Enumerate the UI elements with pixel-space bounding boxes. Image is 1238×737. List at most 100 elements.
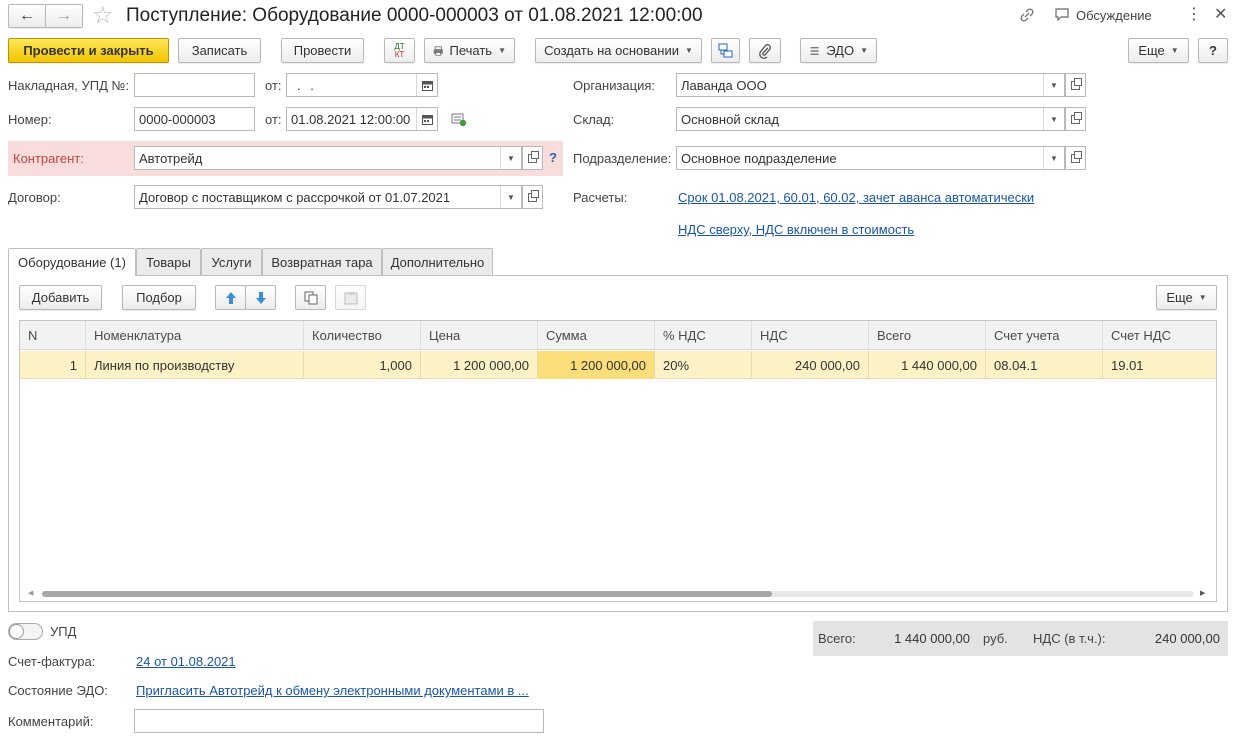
copy-icon xyxy=(304,291,317,304)
row-vat-rate: 20% xyxy=(655,351,752,379)
calendar-button[interactable] xyxy=(416,108,437,130)
table-more-button[interactable]: Еще ▼ xyxy=(1156,285,1217,310)
col-price[interactable]: Цена xyxy=(421,321,538,350)
history-icon[interactable] xyxy=(451,113,467,130)
tab-goods[interactable]: Товары xyxy=(136,248,201,275)
comment-label: Комментарий: xyxy=(8,714,94,729)
number-date-label: от: xyxy=(265,112,282,127)
col-vat-account[interactable]: Счет НДС xyxy=(1103,321,1216,350)
division-input[interactable]: Основное подразделение ▼ xyxy=(676,146,1065,170)
calendar-icon xyxy=(421,114,433,125)
total-label: Всего: xyxy=(818,631,856,646)
open-form-icon xyxy=(1071,150,1082,163)
col-vat[interactable]: НДС xyxy=(752,321,869,350)
structure-button[interactable] xyxy=(711,38,740,63)
division-open-button[interactable] xyxy=(1065,146,1086,170)
calendar-button[interactable] xyxy=(416,74,437,96)
row-account: 08.04.1 xyxy=(986,351,1103,379)
pick-button[interactable]: Подбор xyxy=(122,285,196,310)
discuss-button[interactable]: Обсуждение xyxy=(1054,7,1152,23)
col-qty[interactable]: Количество xyxy=(304,321,421,350)
tab-equipment[interactable]: Оборудование (1) xyxy=(8,248,136,276)
scrollbar-thumb[interactable] xyxy=(42,591,772,597)
tab-services[interactable]: Услуги xyxy=(201,248,262,275)
attach-button[interactable] xyxy=(749,38,781,63)
invoice-number-input[interactable] xyxy=(134,73,255,97)
tab-label: Возвратная тара xyxy=(271,254,373,270)
forward-button[interactable]: → xyxy=(45,4,83,28)
post-button[interactable]: Провести xyxy=(281,38,364,63)
col-n[interactable]: N xyxy=(20,321,86,350)
help-button[interactable]: ? xyxy=(1198,38,1228,63)
arrow-up-icon xyxy=(225,291,236,304)
star-icon[interactable]: ☆ xyxy=(92,2,114,30)
back-button[interactable]: ← xyxy=(8,4,46,28)
col-item[interactable]: Номенклатура xyxy=(86,321,304,350)
counterparty-help-icon[interactable]: ? xyxy=(549,150,557,165)
save-button[interactable]: Записать xyxy=(178,38,261,63)
invoice-date-input[interactable]: . . xyxy=(286,73,438,97)
dt-kt-button[interactable]: ДТ КТ xyxy=(384,38,415,63)
contract-open-button[interactable] xyxy=(522,185,543,209)
col-sum[interactable]: Сумма xyxy=(538,321,655,350)
kebab-menu-icon[interactable]: ⋮ xyxy=(1186,6,1202,24)
structure-icon xyxy=(718,43,733,58)
upd-toggle[interactable] xyxy=(8,623,43,640)
number-input[interactable]: 0000-000003 xyxy=(134,107,255,131)
pick-label: Подбор xyxy=(136,290,182,305)
organization-dropdown[interactable]: ▼ xyxy=(1043,74,1064,96)
open-form-icon xyxy=(528,189,539,202)
organization-input[interactable]: Лаванда ООО ▼ xyxy=(676,73,1065,97)
link-icon[interactable] xyxy=(1018,6,1036,27)
scroll-right-icon[interactable]: ▶ xyxy=(1200,589,1205,597)
save-label: Записать xyxy=(191,43,248,58)
total-value: 1 440 000,00 xyxy=(894,631,970,646)
edo-invite-link[interactable]: Пригласить Автотрейд к обмену электронны… xyxy=(136,683,529,698)
col-account[interactable]: Счет учета xyxy=(986,321,1103,350)
tab-additional[interactable]: Дополнительно xyxy=(382,248,493,275)
col-total[interactable]: Всего xyxy=(869,321,986,350)
warehouse-input[interactable]: Основной склад ▼ xyxy=(676,107,1065,131)
invoice-date-label: от: xyxy=(265,78,282,93)
warehouse-open-button[interactable] xyxy=(1065,107,1086,131)
chevron-down-icon: ▼ xyxy=(1170,46,1179,55)
row-n: 1 xyxy=(20,351,86,379)
edo-button[interactable]: ЭДО ▼ xyxy=(800,38,877,63)
printer-icon xyxy=(433,45,443,56)
create-based-on-button[interactable]: Создать на основании ▼ xyxy=(535,38,702,63)
division-dropdown[interactable]: ▼ xyxy=(1043,147,1064,169)
counterparty-input[interactable]: Автотрейд ▼ xyxy=(134,146,522,170)
counterparty-dropdown[interactable]: ▼ xyxy=(500,147,521,169)
copy-button[interactable] xyxy=(295,285,326,310)
invoice-date-value: . . xyxy=(297,77,317,93)
comment-input[interactable] xyxy=(134,709,544,733)
add-row-button[interactable]: Добавить xyxy=(19,285,102,310)
chevron-down-icon: ▼ xyxy=(684,46,693,55)
more-button[interactable]: Еще ▼ xyxy=(1128,38,1189,63)
settlements-link[interactable]: Срок 01.08.2021, 60.01, 60.02, зачет ава… xyxy=(678,190,1034,205)
post-and-close-label: Провести и закрыть xyxy=(23,43,154,58)
warehouse-dropdown[interactable]: ▼ xyxy=(1043,108,1064,130)
col-vat-rate[interactable]: % НДС xyxy=(655,321,752,350)
move-down-button[interactable] xyxy=(245,285,276,310)
close-icon[interactable]: ✕ xyxy=(1214,6,1227,24)
upd-label: УПД xyxy=(50,624,77,639)
scroll-left-icon[interactable]: ◀ xyxy=(28,589,33,597)
tab-returnable-container[interactable]: Возвратная тара xyxy=(262,248,382,275)
horizontal-scrollbar[interactable]: ◀ ▶ xyxy=(28,589,1208,599)
paste-button[interactable] xyxy=(335,285,366,310)
counterparty-open-button[interactable] xyxy=(522,146,543,170)
contract-dropdown[interactable]: ▼ xyxy=(500,186,521,208)
move-up-button[interactable] xyxy=(215,285,246,310)
number-date-input[interactable]: 01.08.2021 12:00:00 xyxy=(286,107,438,131)
contract-input[interactable]: Договор с поставщиком с рассрочкой от 01… xyxy=(134,185,522,209)
print-button[interactable]: Печать ▼ xyxy=(424,38,515,63)
contract-label: Договор: xyxy=(8,190,61,205)
vat-mode-link[interactable]: НДС сверху, НДС включен в стоимость xyxy=(678,222,914,237)
currency-label: руб. xyxy=(983,631,1008,646)
row-item: Линия по производству xyxy=(86,351,304,379)
invoice-link[interactable]: 24 от 01.08.2021 xyxy=(136,654,236,669)
row-sum[interactable]: 1 200 000,00 xyxy=(538,351,655,379)
post-and-close-button[interactable]: Провести и закрыть xyxy=(8,38,169,63)
organization-open-button[interactable] xyxy=(1065,73,1086,97)
